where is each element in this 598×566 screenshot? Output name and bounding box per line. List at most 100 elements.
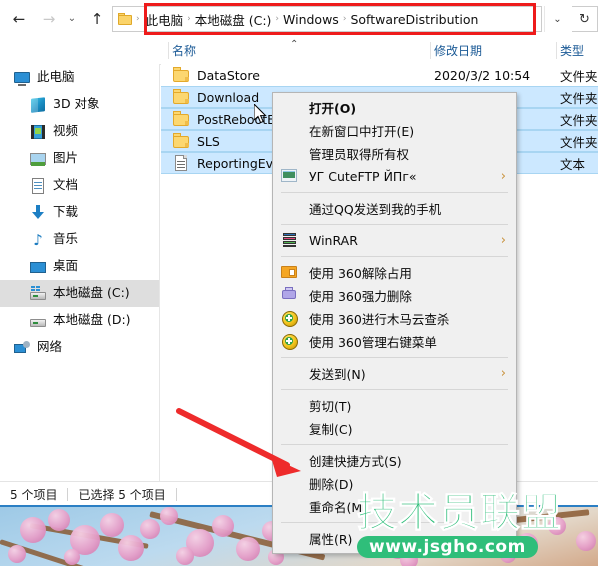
column-header-type[interactable]: 类型	[560, 42, 584, 59]
sidebar-item-9[interactable]: 本地磁盘 (D:)	[0, 307, 159, 334]
sidebar-item-label: 网络	[37, 339, 63, 355]
breadcrumb-item[interactable]: 此电脑	[146, 10, 184, 29]
menu-item[interactable]: 通过QQ发送到我的手机	[273, 197, 516, 220]
sidebar-item-label: 视频	[53, 123, 79, 139]
breadcrumb-separator: ›	[187, 14, 191, 24]
sidebar-item-label: 此电脑	[37, 69, 75, 85]
documents-icon	[30, 177, 46, 194]
submenu-chevron-icon: ›	[500, 366, 506, 381]
up-icon[interactable]: ↑	[86, 8, 108, 30]
photo-blossom	[548, 517, 566, 535]
breadcrumb-item[interactable]: SoftwareDistribution	[350, 12, 478, 27]
3d-objects-icon	[30, 96, 46, 113]
menu-item[interactable]: УГ CuteFTP ЙПг« ›	[273, 165, 516, 188]
file-name: ReportingEve	[197, 155, 281, 171]
menu-separator	[281, 444, 508, 445]
photo-blossom	[212, 515, 234, 537]
column-divider[interactable]	[556, 42, 557, 59]
menu-item-label: 重命名(M)	[309, 500, 368, 515]
menu-item[interactable]: 在新窗口中打开(E)	[273, 119, 516, 142]
recent-locations-chevron-icon[interactable]: ⌄	[64, 8, 80, 30]
column-divider[interactable]	[168, 42, 169, 59]
file-name: PostRebootEv	[197, 111, 283, 127]
photo-blossom	[176, 547, 194, 565]
status-item-count: 5 个项目	[10, 487, 58, 502]
menu-item-label: 使用 360解除占用	[309, 266, 412, 281]
context-menu: 打开(O) 在新窗口中打开(E) 管理员取得所有权 УГ CuteFTP ЙПг« › 通…	[272, 92, 517, 554]
sidebar-item-3[interactable]: 图片	[0, 145, 159, 172]
menu-item[interactable]: 重命名(M)	[273, 495, 516, 518]
menu-item-label: 删除(D)	[309, 477, 354, 492]
menu-item[interactable]: 使用 360解除占用	[273, 261, 516, 284]
menu-separator	[281, 522, 508, 523]
sidebar-item-label: 本地磁盘 (D:)	[53, 312, 131, 328]
menu-item-label: 通过QQ发送到我的手机	[309, 202, 442, 217]
sidebar-item-10[interactable]: 网络	[0, 334, 159, 361]
menu-separator	[281, 389, 508, 390]
status-divider	[175, 487, 177, 501]
photo-blossom	[160, 507, 178, 525]
breadcrumb-item[interactable]: Windows	[283, 12, 339, 27]
menu-item[interactable]: 管理员取得所有权	[273, 142, 516, 165]
photo-blossom	[8, 545, 26, 563]
menu-item-label: 使用 360管理右键菜单	[309, 335, 437, 350]
menu-item[interactable]: 创建快捷方式(S)	[273, 449, 516, 472]
address-dropdown-icon[interactable]: ⌄	[544, 6, 570, 32]
navigation-pane: 此电脑 3D 对象视频图片 文档下载 ♪ 音乐 桌面本地磁盘 (C:) 本地磁盘 (D:) 网…	[0, 64, 160, 481]
submenu-chevron-icon: ›	[500, 233, 506, 248]
sort-ascending-icon: ⌃	[290, 39, 299, 50]
360-unlock-icon	[281, 264, 297, 280]
menu-separator	[281, 357, 508, 358]
column-divider[interactable]	[430, 42, 431, 59]
address-bar[interactable]: › 此电脑 › 本地磁盘 (C:) › Windows › SoftwareDistribu…	[112, 6, 542, 32]
sidebar-item-0[interactable]: 此电脑	[0, 64, 159, 91]
sidebar-item-4[interactable]: 文档	[0, 172, 159, 199]
file-type: 文件夹	[560, 112, 598, 128]
file-date: 2020/3/2 10:54	[434, 67, 531, 83]
table-row[interactable]: DataStore 2020/3/2 10:54 文件夹	[161, 64, 598, 86]
menu-item[interactable]: 使用 360管理右键菜单	[273, 330, 516, 353]
mouse-cursor-icon	[254, 104, 267, 124]
menu-item[interactable]: 打开(O)	[273, 96, 516, 119]
network-icon	[14, 340, 30, 356]
menu-item[interactable]: 复制(C)	[273, 417, 516, 440]
menu-item[interactable]: WinRAR ›	[273, 229, 516, 252]
column-headers: 名称 修改日期 类型 ⌃	[0, 38, 598, 65]
winrar-icon	[281, 232, 297, 248]
photo-blossom	[236, 537, 260, 561]
folder-icon	[118, 13, 132, 25]
menu-item[interactable]: 发送到(N) ›	[273, 362, 516, 385]
sidebar-item-label: 下载	[53, 204, 79, 220]
menu-item[interactable]: 删除(D)	[273, 472, 516, 495]
menu-separator	[281, 224, 508, 225]
sidebar-item-5[interactable]: 下载	[0, 199, 159, 226]
navigation-bar: ← → ⌄ ↑ › 此电脑 › 本地磁盘 (C:) › Windows › Software…	[0, 0, 598, 38]
menu-item-label: 复制(C)	[309, 422, 353, 437]
refresh-icon[interactable]: ↻	[572, 6, 598, 32]
menu-item[interactable]: 使用 360进行木马云查杀	[273, 307, 516, 330]
menu-item[interactable]: 剪切(T)	[273, 394, 516, 417]
sidebar-item-2[interactable]: 视频	[0, 118, 159, 145]
breadcrumb-item[interactable]: 本地磁盘 (C:)	[195, 10, 272, 29]
column-header-name[interactable]: 名称	[172, 42, 196, 59]
forward-icon[interactable]: →	[38, 8, 60, 30]
menu-item-label: 打开(O)	[309, 101, 357, 116]
sidebar-item-1[interactable]: 3D 对象	[0, 91, 159, 118]
menu-item[interactable]: 使用 360强力删除	[273, 284, 516, 307]
pictures-icon	[30, 151, 46, 167]
photo-blossom	[20, 517, 46, 543]
sidebar-item-8[interactable]: 本地磁盘 (C:)	[0, 280, 159, 307]
back-icon[interactable]: ←	[8, 8, 30, 30]
menu-item[interactable]: 属性(R)	[273, 527, 516, 550]
menu-item-label: 在新窗口中打开(E)	[309, 124, 415, 139]
column-header-date[interactable]: 修改日期	[434, 42, 482, 59]
menu-item-label: 使用 360强力删除	[309, 289, 412, 304]
menu-item-label: 发送到(N)	[309, 367, 366, 382]
menu-item-label: 使用 360进行木马云查杀	[309, 312, 450, 327]
computer-icon	[14, 70, 30, 86]
folder-icon	[173, 133, 189, 149]
drive-c-icon	[30, 285, 46, 302]
sidebar-item-7[interactable]: 桌面	[0, 253, 159, 280]
sidebar-item-6[interactable]: ♪ 音乐	[0, 226, 159, 253]
sidebar-item-label: 本地磁盘 (C:)	[53, 285, 130, 301]
